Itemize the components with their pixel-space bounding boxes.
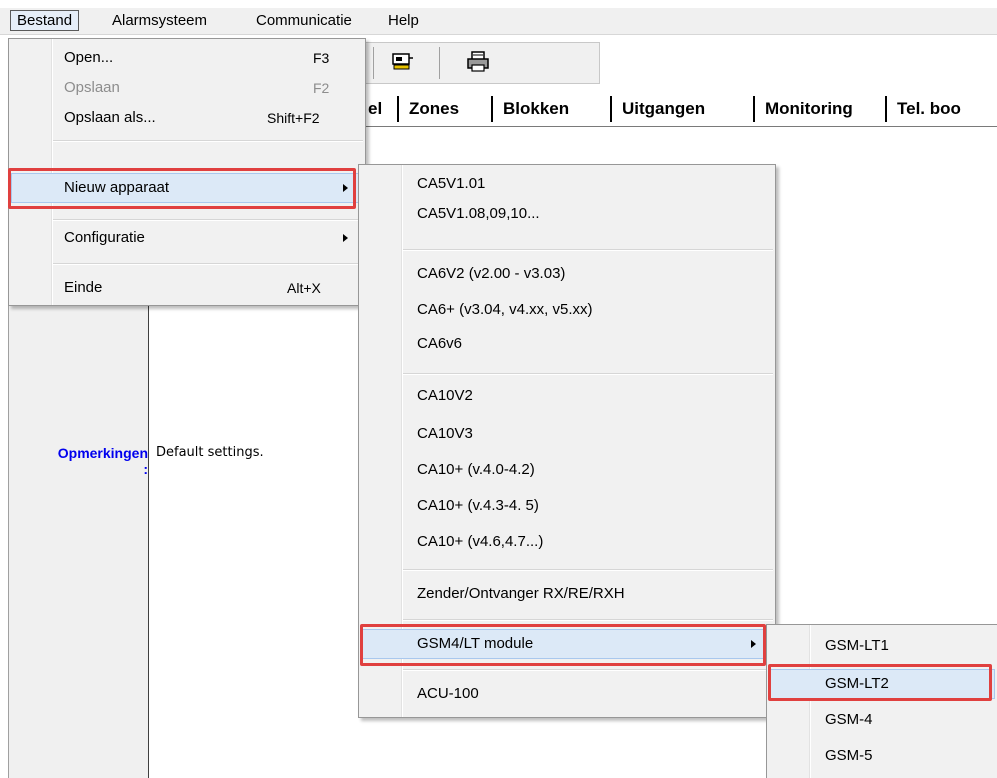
menu-alarmsysteem[interactable]: Alarmsysteem [106,10,213,31]
device-item[interactable]: CA10+ (v.4.3-4. 5) [361,491,773,521]
remarks-label-text: Opmerkingen [57,445,148,461]
tab-separator [610,96,612,122]
device-item-gsm4-lt[interactable]: GSM4/LT module [361,629,773,659]
submenu-arrow-icon [343,184,348,192]
device-icon[interactable] [389,49,415,75]
menu-item-label: GSM-5 [825,747,873,764]
tab-monitoring[interactable]: Monitoring [757,94,861,124]
menu-item-label: Configuratie [64,229,145,246]
device-item[interactable]: CA10+ (v.4.0-4.2) [361,455,773,485]
tab-blokken[interactable]: Blokken [495,94,577,124]
toolbar-separator [373,47,374,79]
menu-separator [53,140,363,142]
device-item[interactable]: Zender/Ontvanger RX/RE/RXH [361,579,773,609]
device-submenu: CA5V1.01 CA5V1.08,09,10... CA6V2 (v2.00 … [358,164,776,718]
menu-item-label: CA10V3 [417,425,473,442]
tab-tel-boek[interactable]: Tel. boo [889,94,969,124]
device-item[interactable]: CA6+ (v3.04, v4.xx, v5.xx) [361,295,773,325]
submenu-arrow-icon [343,234,348,242]
menu-item-label: CA10V2 [417,387,473,404]
menu-help[interactable]: Help [382,10,425,31]
menu-separator [53,219,363,221]
device-item[interactable]: CA6V2 (v2.00 - v3.03) [361,259,773,289]
remarks-label: Opmerkingen : [36,445,148,477]
menu-separator [403,619,773,621]
submenu-arrow-icon [751,640,756,648]
tab-separator [491,96,493,122]
menu-item-save[interactable]: Opslaan F2 [11,73,363,103]
menu-item-new-device[interactable]: Nieuw apparaat [11,173,363,203]
tab-uitgangen[interactable]: Uitgangen [614,94,713,124]
menu-item-label: CA6V2 (v2.00 - v3.03) [417,265,566,282]
shortcut-label: Shift+F2 [267,110,320,126]
menu-item-label: Opslaan [64,79,120,96]
menu-item-label: CA6v6 [417,335,463,352]
menu-item-label: Nieuw apparaat [64,179,170,196]
menu-bestand[interactable]: Bestand [10,10,80,31]
menu-separator [403,669,773,671]
menu-item-label: GSM-LT2 [825,675,889,692]
left-panel [8,300,149,778]
device-item[interactable]: CA5V1.01 [361,169,773,199]
remarks-value: Default settings. [156,445,264,460]
menu-separator [403,249,773,251]
gsm-submenu: GSM-LT1 GSM-LT2 GSM-4 GSM-5 [766,624,997,778]
device-item[interactable]: CA6v6 [361,329,773,359]
menu-item-configuration[interactable]: Configuratie [11,223,363,253]
menu-separator [403,569,773,571]
printer-icon[interactable] [465,49,491,75]
menu-item-label: Open... [64,49,114,66]
toolbar [360,42,600,84]
device-item[interactable]: CA5V1.08,09,10... [361,199,773,229]
menu-item-label: Opslaan als... [64,109,156,126]
device-item[interactable]: ACU-100 [361,679,773,709]
menu-item-label: GSM4/LT module [417,635,534,652]
menu-bar: Bestand Alarmsysteem Communicatie Help [0,8,997,35]
shortcut-label: F2 [313,80,330,96]
menu-item-label: CA10+ (v4.6,4.7...) [417,533,544,550]
shortcut-label: F3 [313,50,330,66]
menu-item-label: CA6+ (v3.04, v4.xx, v5.xx) [417,301,593,318]
menu-item-label: CA5V1.01 [417,175,486,192]
gsm-item[interactable]: GSM-LT1 [769,631,995,661]
toolbar-separator [439,47,440,79]
tab-separator [885,96,887,122]
menu-separator [53,263,363,265]
menu-item-label: CA10+ (v.4.0-4.2) [417,461,535,478]
remarks-label-colon: : [143,461,148,477]
file-menu: Open... F3 Opslaan F2 Opslaan als... Shi… [8,38,366,306]
menu-item-label: CA5V1.08,09,10... [417,205,540,222]
menu-item-save-as[interactable]: Opslaan als... Shift+F2 [11,103,363,133]
tab-bar: el Zones Blokken Uitgangen Monitoring Te… [360,92,997,127]
shortcut-label: Alt+X [287,280,321,296]
menu-item-label: ACU-100 [417,685,479,702]
menu-item-open[interactable]: Open... F3 [11,43,363,73]
tab-separator [397,96,399,122]
gsm-item[interactable]: GSM-5 [769,741,995,771]
menu-communicatie[interactable]: Communicatie [250,10,358,31]
menu-item-exit[interactable]: Einde Alt+X [11,273,363,303]
menu-item-label: Einde [64,279,103,296]
menu-separator [403,373,773,375]
gsm-item[interactable]: GSM-4 [769,705,995,735]
tab-zones[interactable]: Zones [401,94,467,124]
menu-item-label: GSM-LT1 [825,637,889,654]
gsm-item-gsm-lt2[interactable]: GSM-LT2 [769,669,995,699]
menu-item-label: Zender/Ontvanger RX/RE/RXH [417,585,625,602]
menu-item-label: CA10+ (v.4.3-4. 5) [417,497,539,514]
device-item[interactable]: CA10+ (v4.6,4.7...) [361,527,773,557]
device-item[interactable]: CA10V2 [361,381,773,411]
device-item[interactable]: CA10V3 [361,419,773,449]
menu-item-label: GSM-4 [825,711,873,728]
tab-separator [753,96,755,122]
